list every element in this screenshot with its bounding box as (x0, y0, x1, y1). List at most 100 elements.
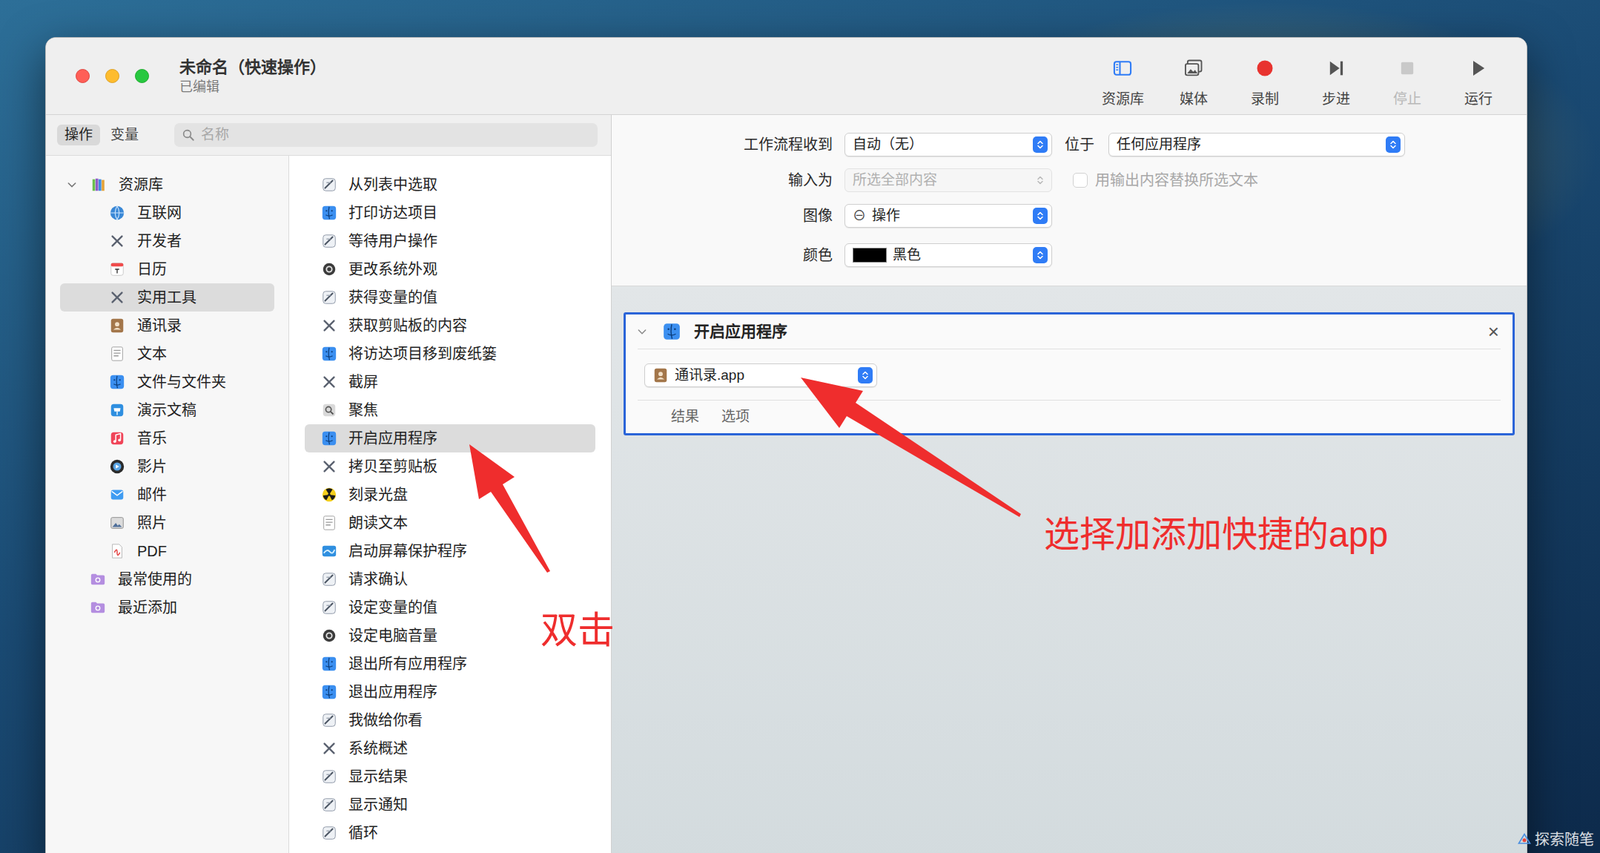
annotation-text: 双击 (540, 611, 615, 649)
library-item[interactable]: 最近添加 (60, 593, 275, 622)
watermark-text: 探索随笔 (1534, 830, 1595, 849)
application-popup[interactable]: 通讯录.app (644, 363, 878, 388)
close-button[interactable] (75, 68, 90, 84)
close-action-button[interactable]: × (1488, 321, 1500, 342)
finder-icon (321, 345, 338, 362)
settings-popup: 所选全部内容 (844, 168, 1053, 193)
library-item[interactable]: 开发者 (60, 226, 275, 256)
window-body: 操作变量 资源库互联网开发者日历实用工具通讯录文本文件与文件夹演示文稿音乐影片邮… (45, 114, 1527, 853)
library-item[interactable]: 文本 (60, 339, 275, 368)
settings-popup[interactable]: ⊖操作 (844, 203, 1053, 228)
library-item[interactable]: 音乐 (60, 424, 275, 453)
library-item-body: 实用工具 (108, 286, 197, 309)
library-item[interactable]: 最常使用的 (60, 564, 275, 594)
action-item[interactable]: 开启应用程序 (304, 424, 596, 453)
action-item[interactable]: 将访达项目移到废纸篓 (304, 339, 596, 368)
disclosure-chevron-icon[interactable] (65, 178, 78, 191)
library-tab[interactable]: 操作 (57, 124, 101, 146)
smart-folder-icon (89, 570, 107, 588)
action-item[interactable]: 拷贝至剪贴板 (304, 452, 596, 481)
action-card-header: 开启应用程序× (625, 314, 1513, 349)
action-item-label: 聚焦 (348, 398, 379, 422)
library-item[interactable]: 照片 (60, 508, 275, 537)
action-item[interactable]: 循环 (304, 818, 596, 847)
action-item-label: 更改系统外观 (348, 258, 438, 281)
library-item-label: 演示文稿 (137, 398, 197, 422)
replace-checkbox (1072, 172, 1088, 188)
library-item[interactable]: PDF (60, 536, 275, 565)
contacts-icon (108, 317, 126, 334)
search-input[interactable] (200, 124, 591, 147)
action-item[interactable]: 显示通知 (304, 790, 596, 819)
library-tabs: 操作变量 (57, 124, 175, 146)
library-top-bar: 操作变量 (45, 114, 611, 156)
settings-label: 输入为 (611, 169, 833, 192)
toolbar-button[interactable]: 媒体 (1158, 37, 1230, 115)
library-item-body: 最常使用的 (89, 567, 193, 591)
library-item[interactable]: 日历 (60, 255, 275, 284)
library-item-body: 照片 (108, 511, 167, 534)
toolbar-button[interactable]: 步进 (1300, 37, 1372, 115)
library-item-body: 日历 (108, 258, 167, 281)
library-item[interactable]: 通讯录 (60, 311, 275, 340)
toolbar-button[interactable]: 资源库 (1086, 37, 1159, 115)
library-item-body: 演示文稿 (108, 398, 197, 422)
action-item[interactable]: 更改系统外观 (304, 255, 596, 284)
desktop: 未命名（快速操作） 已编辑 资源库媒体录制步进停止运行 操作变量 资源库互联 (0, 0, 1600, 853)
action-item[interactable]: 获取剪贴板的内容 (304, 311, 596, 340)
action-item[interactable]: 启动屏幕保护程序 (304, 536, 596, 565)
library-item[interactable]: 资源库 (60, 170, 275, 199)
action-item[interactable]: 打印访达项目 (304, 198, 596, 227)
separator (637, 348, 1501, 350)
minimize-button[interactable] (105, 68, 120, 84)
action-item-label: 从列表中选取 (348, 173, 438, 196)
action-item[interactable]: 退出应用程序 (304, 677, 596, 706)
action-item[interactable]: 退出所有应用程序 (304, 649, 596, 678)
action-card-tab[interactable]: 选项 (721, 406, 750, 428)
action-item[interactable]: 显示结果 (304, 762, 596, 791)
library-item[interactable]: 实用工具 (60, 283, 275, 312)
popup-text: 通讯录.app (674, 364, 745, 387)
finder-icon (321, 683, 338, 700)
action-item[interactable]: 截屏 (304, 367, 596, 396)
action-item[interactable]: 从列表中选取 (304, 170, 596, 199)
action-card-tab[interactable]: 结果 (670, 406, 700, 428)
library-item[interactable]: 文件与文件夹 (60, 367, 275, 396)
stop-icon (1396, 57, 1418, 79)
action-item-label: 获得变量的值 (348, 286, 438, 309)
collapse-chevron-icon[interactable] (636, 325, 649, 338)
settings-label: 位于 (1064, 133, 1095, 156)
toolbar-button[interactable]: 录制 (1229, 37, 1301, 115)
popup-arrows (857, 367, 873, 384)
watermark-logo-icon (1516, 831, 1532, 847)
sidebar-icon (1112, 57, 1133, 79)
location-popup[interactable]: 任何应用程序 (1108, 132, 1406, 157)
library-item[interactable]: 互联网 (60, 198, 275, 227)
action-item[interactable]: 聚焦 (304, 395, 596, 425)
library-item[interactable]: 影片 (60, 452, 275, 481)
library-tab[interactable]: 变量 (103, 124, 147, 146)
action-item[interactable]: 等待用户操作 (304, 226, 596, 256)
action-item[interactable]: 刻录光盘 (304, 480, 596, 509)
settings-popup[interactable]: 自动（无） (844, 132, 1053, 157)
action-item[interactable]: 系统概述 (304, 734, 596, 763)
run-icon (1468, 57, 1489, 79)
up-down-chevron-icon (1033, 137, 1047, 152)
library-item[interactable]: 演示文稿 (60, 395, 275, 425)
toolbar-button[interactable]: 运行 (1442, 37, 1514, 115)
toolbar-label: 停止 (1393, 90, 1422, 109)
action-item[interactable]: 朗读文本 (304, 508, 596, 537)
media-icon (1183, 57, 1205, 79)
action-item-label: 启动屏幕保护程序 (348, 539, 468, 563)
zoom-button[interactable] (134, 68, 150, 84)
workflow-action-card[interactable]: 开启应用程序× 通讯录.app 结果选项 (623, 312, 1515, 436)
library-item-label: 影片 (137, 455, 167, 478)
popup-value: 黑色 (852, 244, 1027, 267)
library-panes: 资源库互联网开发者日历实用工具通讯录文本文件与文件夹演示文稿音乐影片邮件照片PD… (45, 155, 611, 853)
action-item[interactable]: 请求确认 (304, 564, 596, 594)
action-item[interactable]: 我做给你看 (304, 705, 596, 735)
search-field[interactable] (174, 123, 598, 147)
settings-popup[interactable]: 黑色 (844, 243, 1053, 267)
action-item[interactable]: 获得变量的值 (304, 283, 596, 312)
library-item[interactable]: 邮件 (60, 480, 275, 509)
